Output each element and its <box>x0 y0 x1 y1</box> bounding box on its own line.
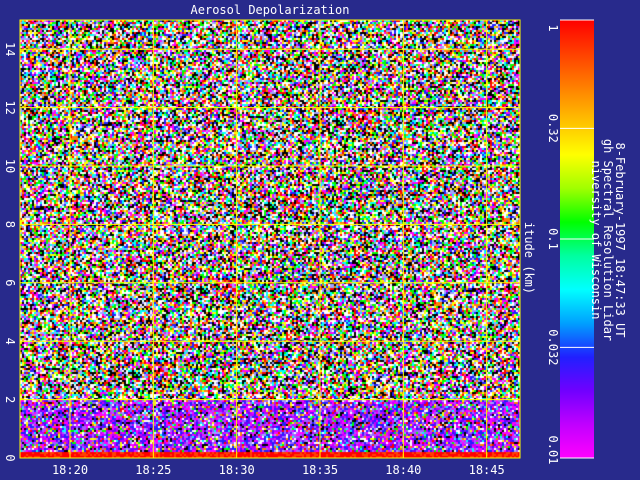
y-axis-label: itude (km) <box>522 222 536 294</box>
footer-line-2: gh Spectral Resolution Lidar <box>601 139 615 341</box>
y-tick-label: 8 <box>3 221 17 228</box>
footer-info: niversity of Wisconsin gh Spectral Resol… <box>589 139 627 341</box>
lidar-figure: Aerosol Depolarization 0 2 4 6 8 10 12 14 18:20… <box>0 0 640 480</box>
x-tick-label: 18:30 <box>219 463 255 477</box>
heatmap-field <box>20 20 520 458</box>
y-axis-ticks: 0 2 4 6 8 10 12 14 <box>3 42 17 462</box>
footer-line-3: 8-February-1997 18:47:33 UT <box>613 142 627 337</box>
colorbar-tick-label: 0.01 <box>546 436 560 465</box>
y-tick-label: 6 <box>3 279 17 286</box>
footer-line-1: niversity of Wisconsin <box>589 161 603 320</box>
x-tick-label: 18:40 <box>385 463 421 477</box>
x-tick-label: 18:45 <box>469 463 505 477</box>
heatmap-image <box>20 20 520 458</box>
colorbar-tick-label: 0.1 <box>546 228 560 250</box>
chart-title: Aerosol Depolarization <box>191 3 350 17</box>
colorbar-tick-label: 0.32 <box>546 114 560 143</box>
y-tick-label: 10 <box>3 159 17 173</box>
y-tick-label: 0 <box>3 454 17 461</box>
depolarization-chart: Aerosol Depolarization 0 2 4 6 8 10 12 14 18:20… <box>3 3 627 477</box>
colorbar-tick-label: 0.032 <box>546 329 560 365</box>
colorbar-tick-label: 1 <box>546 24 560 31</box>
x-tick-label: 18:25 <box>135 463 171 477</box>
x-tick-label: 18:20 <box>52 463 88 477</box>
y-tick-label: 14 <box>3 42 17 56</box>
y-tick-label: 4 <box>3 338 17 345</box>
y-tick-label: 12 <box>3 100 17 114</box>
y-tick-label: 2 <box>3 396 17 403</box>
x-tick-label: 18:35 <box>302 463 338 477</box>
x-axis-ticks: 18:20 18:25 18:30 18:35 18:40 18:45 <box>52 463 505 477</box>
